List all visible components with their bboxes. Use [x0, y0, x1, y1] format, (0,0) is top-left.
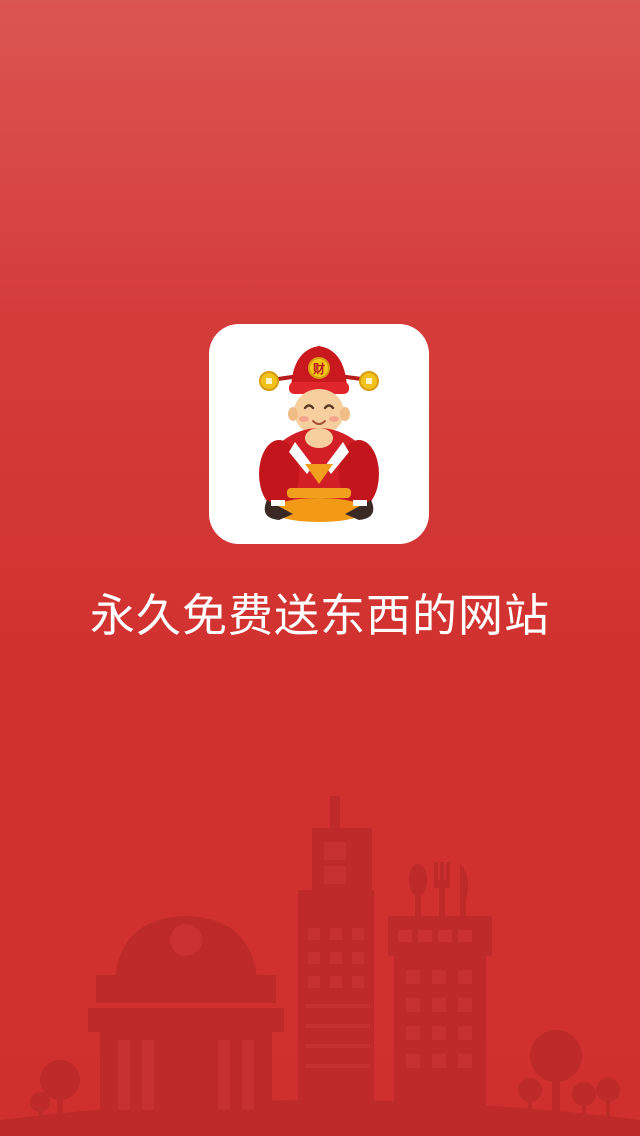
caishen-mascot-icon: 财	[259, 346, 379, 522]
app-logo-icon: 财	[209, 324, 429, 544]
app-slogan: 永久免费送东西的网站	[89, 589, 550, 642]
city-skyline-illustration	[0, 780, 640, 1136]
svg-text:财: 财	[312, 361, 325, 376]
